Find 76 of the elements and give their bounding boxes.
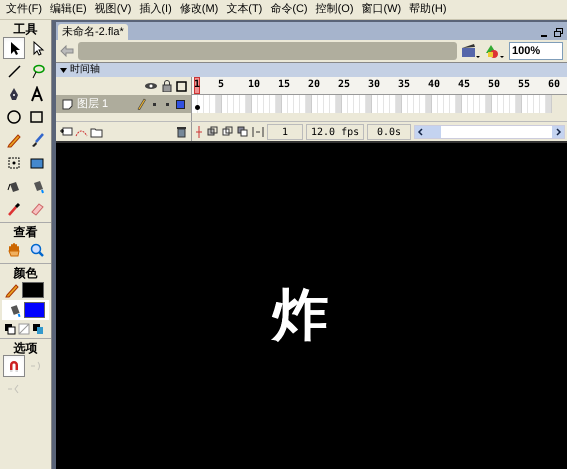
trash-icon[interactable] <box>176 126 187 138</box>
frame-number: 5 <box>218 79 224 91</box>
horizontal-scrollbar[interactable] <box>414 124 565 138</box>
restore-icon[interactable] <box>554 28 563 37</box>
eye-icon[interactable] <box>144 81 158 91</box>
frame-number: 30 <box>368 79 380 91</box>
layer-icon <box>62 98 73 110</box>
menu-item[interactable]: 编辑(E) <box>46 1 91 18</box>
letter-icon <box>29 86 45 102</box>
onion-skin-icon[interactable] <box>207 126 219 138</box>
pencil-icon <box>4 282 20 298</box>
scroll-right-icon[interactable] <box>552 126 564 138</box>
folder-icon[interactable] <box>90 126 103 138</box>
pencil-icon <box>6 132 22 148</box>
outline-color-square[interactable] <box>176 100 185 108</box>
swap-colors-icon[interactable] <box>4 323 16 335</box>
menu-item[interactable]: 插入(I) <box>135 1 176 18</box>
zoom-field[interactable]: 100% <box>509 42 563 60</box>
add-layer-icon[interactable] <box>60 126 73 138</box>
frame-number: 40 <box>428 79 440 91</box>
color-swatch[interactable] <box>24 302 45 318</box>
scene-menu-icon[interactable] <box>461 43 481 59</box>
edit-frames-icon[interactable] <box>237 126 249 138</box>
menu-item[interactable]: 窗口(W) <box>358 1 406 18</box>
menu-item[interactable]: 命令(C) <box>266 1 312 18</box>
menu-item[interactable]: 文本(T) <box>222 1 266 18</box>
lock-icon[interactable] <box>162 80 172 92</box>
menu-item[interactable]: 帮助(H) <box>405 1 450 18</box>
frame-rate-field: 12.0 fps <box>306 124 364 140</box>
frame-number: 35 <box>398 79 410 91</box>
line-icon <box>6 63 22 79</box>
panel-heading: 颜色 <box>0 263 51 280</box>
hand-icon <box>6 242 22 258</box>
transform-icon <box>6 155 22 171</box>
frame-number: 15 <box>278 79 290 91</box>
frame-number: 45 <box>458 79 470 91</box>
eyedropper-icon <box>6 201 22 217</box>
frame-number: 1 <box>194 79 200 91</box>
elapsed-time-field: 0.0s <box>367 124 411 140</box>
search-icon <box>29 242 45 258</box>
symbol-menu-icon[interactable] <box>485 43 505 59</box>
color-swatch[interactable] <box>22 282 44 298</box>
menu-item[interactable]: 视图(V) <box>90 1 136 18</box>
frame-number: 25 <box>338 79 350 91</box>
stage[interactable]: 炸 <box>56 141 567 469</box>
current-frame-field: 1 <box>267 124 303 140</box>
onion-markers-icon[interactable] <box>252 126 264 138</box>
frame-number: 50 <box>488 79 500 91</box>
center-frame-icon[interactable] <box>194 126 204 138</box>
scroll-left-icon[interactable] <box>415 126 427 138</box>
frame-number: 60 <box>548 79 560 91</box>
frame-number: 55 <box>518 79 530 91</box>
panel-heading: 工具 <box>12 21 38 37</box>
menu-item[interactable]: 修改(M) <box>176 1 222 18</box>
menu-item[interactable]: 文件(F) <box>2 1 46 18</box>
timeline-title[interactable]: 时间轴 <box>70 64 100 76</box>
layer-name: 图层 1 <box>77 96 110 112</box>
panel-heading: 查看 <box>0 222 51 239</box>
circle-icon <box>6 109 22 125</box>
arrow-tool[interactable] <box>3 37 25 59</box>
rectangle-icon <box>29 109 45 125</box>
onion-outline-icon[interactable] <box>222 126 234 138</box>
outline-icon[interactable] <box>176 80 187 92</box>
collapse-triangle-icon[interactable] <box>60 68 67 72</box>
magnet-tool[interactable] <box>3 355 25 377</box>
frame-number: 20 <box>308 79 320 91</box>
eraser-icon <box>29 201 45 217</box>
swap-colors-icon[interactable] <box>32 323 44 335</box>
menu-item[interactable]: 控制(O) <box>312 1 358 18</box>
pixel-character-artwork: 炸 <box>272 284 330 348</box>
frame-number: 10 <box>248 79 260 91</box>
document-tab[interactable]: 未命名-2.fla* <box>58 24 128 40</box>
back-arrow-icon[interactable] <box>60 45 74 57</box>
pencil-icon <box>136 98 146 110</box>
scroll-thumb[interactable] <box>427 126 441 138</box>
no-color-icon[interactable] <box>18 323 30 335</box>
